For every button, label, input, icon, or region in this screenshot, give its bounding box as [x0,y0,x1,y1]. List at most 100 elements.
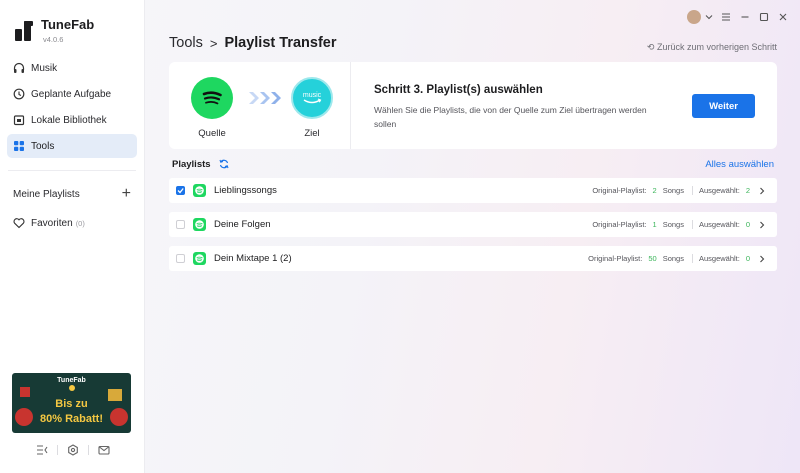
original-count: 2 [652,186,657,195]
icon-separator [88,445,89,455]
headphones-icon [13,62,25,74]
sidebar: TuneFab v4.0.6 Musik Geplante Aufgabe Lo… [0,0,145,473]
promo-line2: 80% Rabatt! [40,413,103,425]
spotify-icon [193,252,206,265]
songs-label: Songs [662,186,684,195]
breadcrumb: Tools > Playlist Transfer [169,35,336,51]
icon-separator [57,445,58,455]
meta-separator [691,220,693,229]
clock-icon [13,88,25,100]
target-label: Ziel [304,128,320,139]
original-count: 1 [652,220,657,229]
next-button[interactable]: Weiter [692,94,755,118]
playlist-row[interactable]: Deine Folgen Original-Playlist: 1 Songs … [169,212,777,237]
selected-label: Ausgewählt: [698,186,740,195]
sidebar-item-lokale-bibliothek[interactable]: Lokale Bibliothek [7,108,137,132]
promo-brand: TuneFab [57,377,86,384]
original-label: Original-Playlist: [588,254,643,263]
app-name: TuneFab [41,17,95,32]
breadcrumb-separator: > [209,35,218,51]
select-all-link[interactable]: Alles auswählen [705,159,774,170]
original-label: Original-Playlist: [592,186,647,195]
playlist-checkbox[interactable] [176,254,185,263]
promo-banner[interactable]: TuneFab Bis zu 80% Rabatt! [12,373,131,433]
spotify-icon [191,77,233,119]
playlist-row[interactable]: Lieblingssongs Original-Playlist: 2 Song… [169,178,777,203]
sidebar-item-musik[interactable]: Musik [7,56,137,80]
window-controls [687,10,790,24]
playlist-meta: Original-Playlist: 50 Songs Ausgewählt: … [588,254,766,263]
playlist-name: Deine Folgen [214,219,271,230]
target-badge-text: music [303,92,322,99]
playlist-row[interactable]: Dein Mixtape 1 (2) Original-Playlist: 50… [169,246,777,271]
app-version: v4.0.6 [43,35,64,44]
amazon-music-icon: music [291,77,333,119]
my-playlists-label: Meine Playlists [13,188,80,200]
step-card: Quelle music Ziel Schritt 3. Playlist(s)… [169,62,777,149]
source-service: Quelle [182,77,242,139]
playlist-checkbox[interactable] [176,220,185,229]
back-link[interactable]: ⟲ Zurück zum vorherigen Schritt [647,42,777,53]
playlist-name: Lieblingssongs [214,185,277,196]
playlists-title: Playlists [172,158,211,170]
sidebar-nav: Musik Geplante Aufgabe Lokale Bibliothek… [7,56,137,160]
meta-separator [691,186,693,195]
avatar[interactable] [687,10,701,24]
playlist-checkbox[interactable] [176,186,185,195]
brand: TuneFab v4.0.6 [14,17,94,44]
meta-separator [691,254,693,263]
selected-label: Ausgewählt: [698,254,740,263]
sidebar-item-label: Geplante Aufgabe [31,88,112,100]
breadcrumb-root[interactable]: Tools [169,35,203,51]
sidebar-item-tools[interactable]: Tools [7,134,137,158]
close-icon[interactable] [776,10,790,24]
menu-icon[interactable] [719,10,733,24]
chevron-down-icon[interactable] [704,10,714,24]
spotify-icon [193,184,206,197]
sidebar-item-label: Tools [31,140,55,152]
favorites-label: Favoriten [31,217,73,229]
original-label: Original-Playlist: [592,220,647,229]
step-divider [350,62,351,149]
selected-label: Ausgewählt: [698,220,740,229]
tunefab-logo-icon [15,21,33,41]
settings-icon[interactable] [66,443,80,457]
playlists-header: Playlists Alles auswählen [172,157,774,171]
favorites-count: (0) [75,218,85,228]
chevron-right-icon[interactable] [758,221,766,229]
heart-icon [13,218,25,229]
promo-line1: Bis zu [55,398,88,410]
songs-label: Songs [662,254,684,263]
sidebar-item-label: Lokale Bibliothek [31,114,107,126]
spotify-icon [193,218,206,231]
playlist-meta: Original-Playlist: 1 Songs Ausgewählt: 0 [592,220,766,229]
maximize-icon[interactable] [757,10,771,24]
step-title: Schritt 3. Playlist(s) auswählen [374,84,543,96]
sidebar-item-label: Musik [31,62,58,74]
songs-label: Songs [662,220,684,229]
add-playlist-button[interactable]: + [122,186,131,202]
minimize-icon[interactable] [738,10,752,24]
playlist-name: Dein Mixtape 1 (2) [214,253,292,264]
checkmark-icon [177,188,184,194]
library-icon [13,114,25,126]
sidebar-divider [8,170,136,171]
sidebar-bottom-icons [35,443,111,457]
refresh-icon[interactable] [219,159,229,169]
page-title: Playlist Transfer [224,35,337,51]
target-service: music Ziel [282,77,342,139]
step-description: Wählen Sie die Playlists, die von der Qu… [374,105,647,129]
chevron-right-icon[interactable] [758,187,766,195]
selected-count: 2 [745,186,750,195]
grid-icon [13,140,25,152]
sidebar-item-favoriten[interactable]: Favoriten (0) [13,215,85,231]
transfer-arrows-icon [247,90,283,106]
source-label: Quelle [198,128,226,139]
chevron-right-icon[interactable] [758,255,766,263]
selected-count: 0 [745,254,750,263]
sidebar-item-geplante-aufgabe[interactable]: Geplante Aufgabe [7,82,137,106]
selected-count: 0 [745,220,750,229]
playlist-meta: Original-Playlist: 2 Songs Ausgewählt: 2 [592,186,766,195]
collapse-sidebar-icon[interactable] [35,443,49,457]
mail-icon[interactable] [97,443,111,457]
